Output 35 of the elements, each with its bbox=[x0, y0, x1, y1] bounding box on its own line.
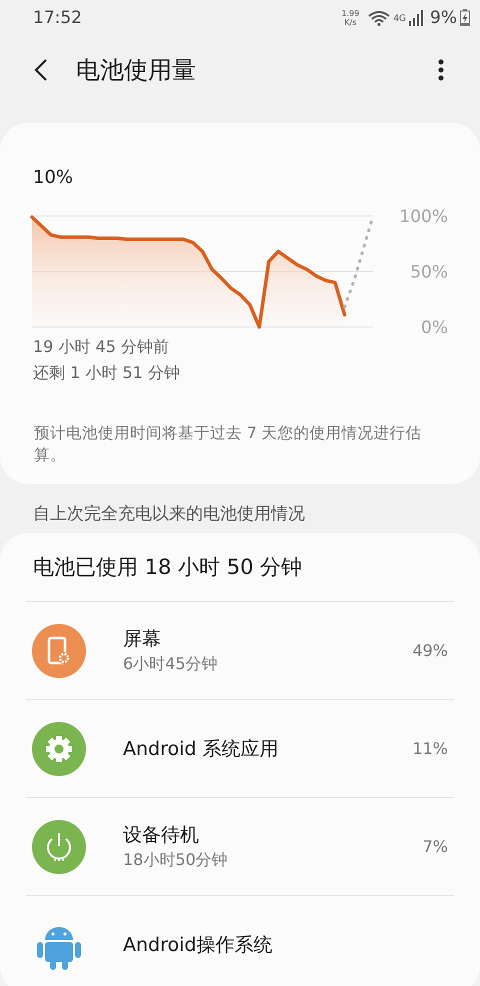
axis-label: 0% bbox=[421, 318, 448, 334]
usage-duration: 6小时45分钟 bbox=[123, 654, 219, 675]
app-usage-item[interactable]: Android操作系统 bbox=[26, 896, 454, 986]
app-usage-item[interactable]: 屏幕 6小时45分钟 49% bbox=[26, 602, 454, 700]
axis-label: 50% bbox=[410, 262, 448, 282]
power-icon bbox=[32, 820, 86, 874]
app-usage-item[interactable]: Android 系统应用 11% bbox=[26, 700, 454, 798]
app-usage-item[interactable]: 设备待机 18小时50分钟 7% bbox=[26, 798, 454, 896]
time-remaining: 还剩 1 小时 51 分钟 bbox=[32, 362, 181, 384]
item-name: Android操作系统 bbox=[123, 932, 274, 958]
battery-percent: 9% bbox=[430, 8, 457, 28]
gear-icon bbox=[32, 722, 86, 776]
signal-icon bbox=[409, 10, 424, 26]
status-time: 17:52 bbox=[33, 8, 82, 28]
item-name: 屏幕 bbox=[123, 627, 162, 652]
back-icon[interactable] bbox=[34, 59, 48, 81]
tablet-gear-icon bbox=[32, 624, 86, 678]
network-type: 4G bbox=[393, 14, 406, 24]
estimate-note: 预计电池使用时间将基于过去 7 天您的使用情况进行估算。 bbox=[33, 423, 423, 466]
speed-unit: K/s bbox=[344, 18, 356, 26]
section-title: 自上次完全充电以来的电池使用情况 bbox=[32, 503, 306, 526]
current-level: 10% bbox=[32, 167, 74, 188]
total-usage: 电池已使用 18 小时 50 分钟 bbox=[26, 553, 454, 602]
usage-percent: 11% bbox=[412, 739, 448, 758]
item-name: 设备待机 bbox=[123, 823, 200, 848]
usage-percent: 49% bbox=[412, 641, 448, 660]
usage-percent: 7% bbox=[422, 837, 448, 856]
more-options-icon[interactable] bbox=[438, 59, 444, 81]
start-time-label: 19 小时 45 分钟前 bbox=[32, 336, 170, 358]
wifi-icon bbox=[368, 10, 390, 26]
usage-duration: 18小时50分钟 bbox=[123, 850, 229, 871]
page-title: 电池使用量 bbox=[76, 55, 197, 86]
item-name: Android 系统应用 bbox=[123, 736, 280, 762]
axis-label: 100% bbox=[399, 207, 448, 227]
network-speed: 1.99 bbox=[342, 8, 360, 18]
